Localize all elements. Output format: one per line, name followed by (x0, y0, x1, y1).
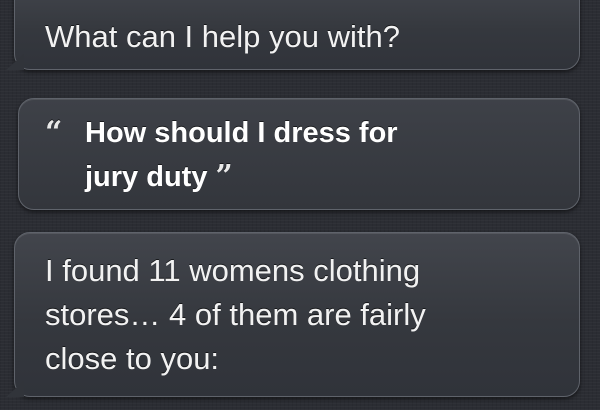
siri-prompt-text: What can I help you with? (45, 19, 400, 54)
siri-response-text: I found 11 womens clothing stores… 4 of … (45, 249, 555, 381)
siri-conversation-view: What can I help you with? “ How should I … (0, 0, 600, 410)
siri-response-bubble: I found 11 womens clothing stores… 4 of … (6, 232, 580, 397)
siri-response-line-1: I found 11 womens clothing (45, 253, 421, 288)
user-query-line-1: How should I dress for (85, 117, 398, 149)
user-query-line-2: jury duty (85, 161, 208, 193)
user-query-text[interactable]: “ How should I dress for jury duty” (45, 111, 559, 199)
open-quote-mark: “ (45, 115, 63, 150)
siri-prompt-bubble: What can I help you with? (6, 0, 580, 70)
close-quote-mark: ” (215, 159, 233, 194)
bubble-tail (6, 54, 24, 70)
user-query-bubble[interactable]: “ How should I dress for jury duty” (18, 98, 580, 210)
siri-response-line-2: stores… 4 of them are fairly (45, 297, 426, 332)
siri-response-line-3: close to you: (45, 341, 220, 376)
bubble-tail (6, 381, 24, 397)
